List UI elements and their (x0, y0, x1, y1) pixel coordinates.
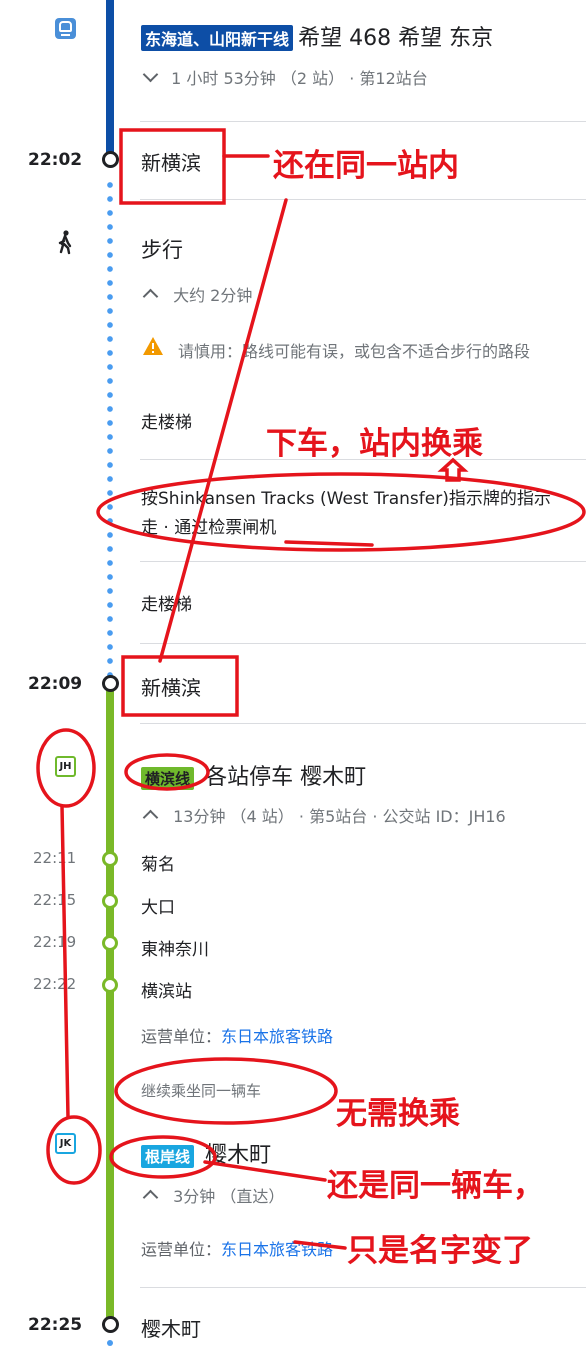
operator-link[interactable]: 东日本旅客铁路 (221, 1240, 333, 1259)
duration-text: 大约 2分钟 (173, 286, 253, 305)
destination: 各站停车 樱木町 (205, 765, 367, 790)
intermediate-stop-node (102, 935, 118, 951)
walk-warning: 请慎用：路线可能有误，或包含不适合步行的路段 (178, 342, 531, 361)
chevron-up-icon (142, 809, 159, 826)
divider (140, 723, 586, 724)
destination: 樱木町 (205, 1143, 272, 1168)
stop-time: 22:09 (28, 674, 83, 694)
divider (140, 561, 586, 562)
stop-node (102, 151, 119, 168)
intermediate-stop-name[interactable]: 大口 (141, 893, 175, 918)
annotation-name-changed: 只是名字变了 (347, 1233, 533, 1269)
operator-link[interactable]: 东日本旅客铁路 (221, 1027, 333, 1046)
chevron-up-icon (142, 1189, 159, 1206)
divider (140, 1287, 586, 1288)
chevron-down-icon (142, 66, 159, 83)
train-mode-icon (55, 18, 76, 39)
walk-step: 走楼梯 (141, 595, 192, 615)
annotation-overlay (36, 128, 586, 1250)
stop-node (102, 1316, 119, 1333)
walk-step: 按Shinkansen Tracks (West Transfer)指示牌的指示… (141, 489, 551, 538)
leg2-summary[interactable]: 13分钟 （4 站） · 第5站台 · 公交站 ID：JH16 (142, 803, 506, 827)
operator-label: 运营单位： (141, 1240, 222, 1259)
timeline-tail-dot (107, 1340, 113, 1346)
jk-line-icon: JK (55, 1133, 76, 1154)
intermediate-stop-time: 22:22 (33, 975, 77, 993)
walk-title: 步行 (141, 238, 183, 262)
leg2-header[interactable]: 横滨线 各站停车 樱木町 (141, 759, 366, 791)
summary-text: 13分钟 （4 站） · 第5站台 · 公交站 ID：JH16 (173, 807, 506, 826)
operator-label: 运营单位： (141, 1027, 222, 1046)
walk-icon (58, 230, 72, 255)
annotation-same-station: 还在同一站内 (273, 148, 459, 184)
divider (140, 121, 586, 122)
leg1-summary[interactable]: 1 小时 53分钟 （2 站） · 第12站台 (142, 65, 428, 89)
walk-step: 走楼梯 (141, 413, 192, 433)
line-badge: 横滨线 (141, 767, 195, 790)
divider (140, 643, 586, 644)
intermediate-stop-name[interactable]: 東神奈川 (141, 935, 209, 960)
intermediate-stop-time: 22:15 (33, 891, 77, 909)
intermediate-stop-time: 22:19 (33, 933, 77, 951)
summary-text: 3分钟 （直达） (173, 1187, 285, 1206)
intermediate-stop-name[interactable]: 菊名 (141, 850, 175, 875)
continue-note: 继续乘坐同一辆车 (141, 1082, 262, 1100)
intermediate-stop-name[interactable]: 横滨站 (141, 977, 192, 1002)
walk-duration[interactable]: 大约 2分钟 (142, 282, 253, 306)
warning-icon (143, 337, 163, 355)
intermediate-stop-time: 22:11 (33, 849, 77, 867)
timeline-shinkansen-line (106, 0, 114, 155)
chevron-up-icon (142, 288, 159, 305)
destination: 希望 468 希望 东京 (298, 26, 494, 51)
leg3-header[interactable]: 根岸线 樱木町 (141, 1137, 271, 1169)
leg3-summary[interactable]: 3分钟 （直达） (142, 1183, 285, 1207)
annotation-same-train: 还是同一辆车， (327, 1168, 544, 1204)
stop-node (102, 675, 119, 692)
timeline-jr-line (106, 690, 114, 1318)
intermediate-stop-node (102, 851, 118, 867)
summary-text: 1 小时 53分钟 （2 站） · 第12站台 (171, 69, 428, 88)
annotation-no-transfer: 无需换乘 (336, 1096, 460, 1132)
line-badge: 东海道、山阳新干线 (141, 25, 294, 51)
divider (140, 199, 586, 200)
operator-row: 运营单位：东日本旅客铁路 (141, 1236, 333, 1260)
stop-name[interactable]: 新横滨 (141, 672, 201, 701)
timeline-walk-dots (107, 178, 113, 678)
stop-name[interactable]: 樱木町 (141, 1313, 201, 1342)
intermediate-stop-node (102, 977, 118, 993)
jh-line-icon: JH (55, 756, 76, 777)
line-badge: 根岸线 (141, 1145, 195, 1168)
intermediate-stop-node (102, 893, 118, 909)
annotation-transfer-in-station: 下车，站内换乘 (266, 426, 483, 462)
stop-name[interactable]: 新横滨 (141, 147, 201, 176)
stop-time: 22:25 (28, 1315, 83, 1335)
leg1-header[interactable]: 东海道、山阳新干线 希望 468 希望 东京 (141, 20, 493, 52)
stop-time: 22:02 (28, 150, 83, 170)
operator-row: 运营单位：东日本旅客铁路 (141, 1023, 333, 1047)
